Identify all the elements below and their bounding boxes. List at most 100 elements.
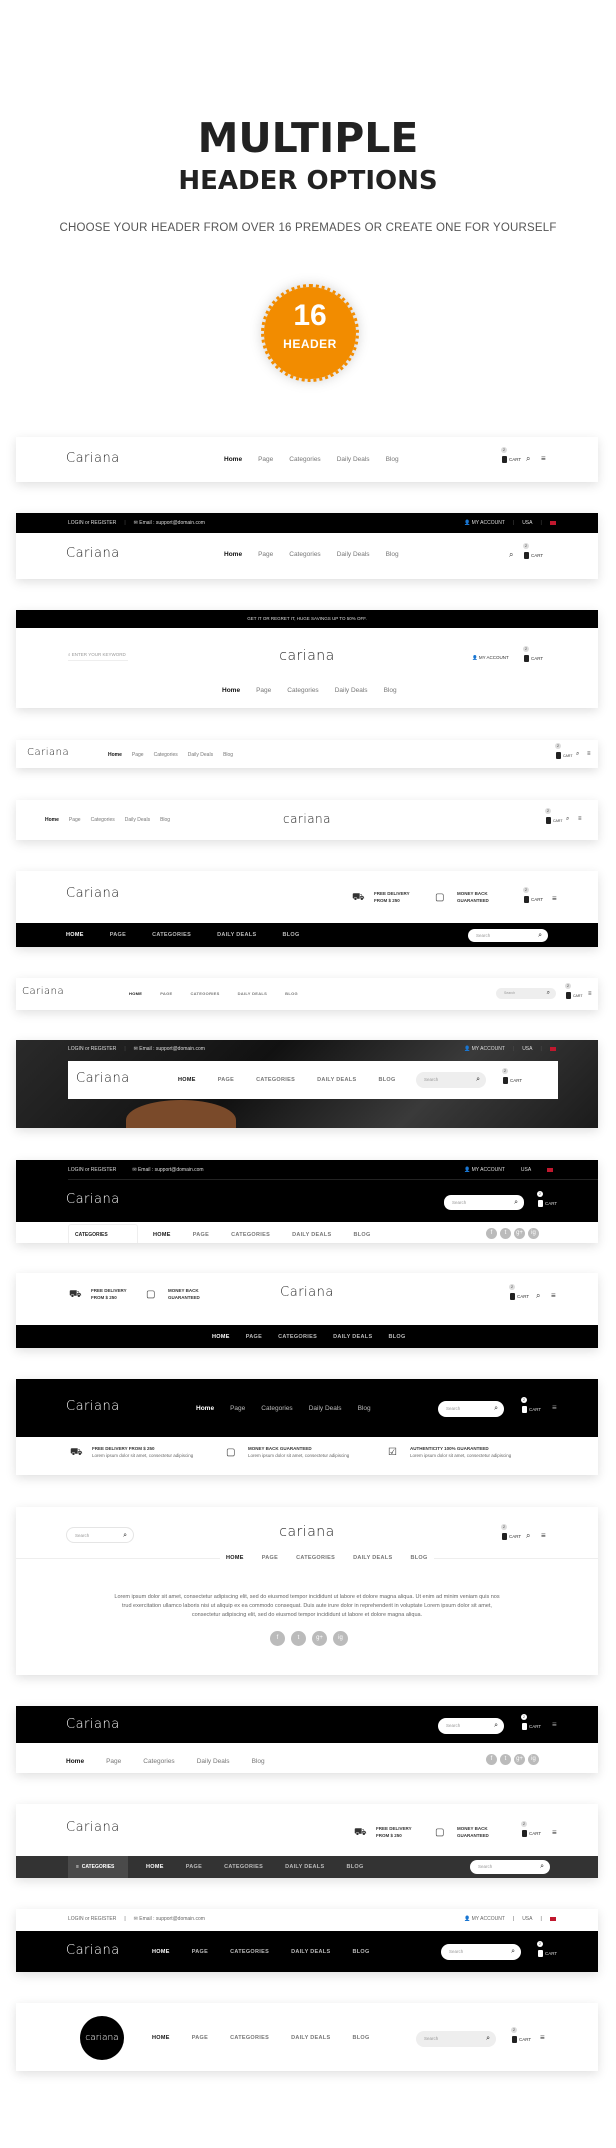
nav-page[interactable]: Page <box>193 1232 209 1238</box>
menu-icon[interactable]: ≡ <box>578 816 582 822</box>
google-plus-icon[interactable]: g+ <box>312 1631 327 1646</box>
my-account-link[interactable]: MY ACCOUNT <box>472 1167 505 1173</box>
nav-daily-deals[interactable]: Daily Deals <box>337 456 370 463</box>
nav-home[interactable]: Home <box>66 1758 84 1765</box>
login-link[interactable]: LOGIN or REGISTER <box>68 1916 116 1922</box>
cart-button[interactable]: 2 CART <box>501 447 521 463</box>
search-icon[interactable]: ⌕ <box>540 1860 544 1874</box>
nav-home[interactable]: Home <box>226 1555 244 1561</box>
nav-blog[interactable]: Blog <box>410 1555 427 1561</box>
search-icon[interactable]: ⌕ <box>547 988 550 999</box>
cart-button[interactable]: 2 CART <box>523 887 543 903</box>
nav-page[interactable]: Page <box>186 1864 202 1870</box>
menu-icon[interactable]: ≡ <box>552 895 557 903</box>
menu-icon[interactable]: ≡ <box>541 1532 546 1540</box>
my-account-link[interactable]: 👤 MY ACCOUNT <box>472 655 509 661</box>
nav-blog[interactable]: Blog <box>223 752 233 758</box>
nav-blog[interactable]: Blog <box>358 1405 371 1412</box>
flag-icon[interactable] <box>547 1167 554 1172</box>
nav-categories[interactable]: Categories <box>230 1949 269 1955</box>
nav-categories[interactable]: Categories <box>289 551 320 558</box>
nav-blog[interactable]: Blog <box>386 551 399 558</box>
nav-blog[interactable]: Blog <box>285 991 298 996</box>
menu-icon[interactable]: ≡ <box>540 2034 545 2042</box>
search-input[interactable]: Search ⌕ <box>416 1072 486 1088</box>
nav-categories[interactable]: Categories <box>287 687 318 694</box>
nav-categories[interactable]: Categories <box>261 1405 292 1412</box>
nav-daily-deals[interactable]: Daily Deals <box>285 1864 324 1870</box>
nav-page[interactable]: Page <box>258 551 273 558</box>
nav-home[interactable]: Home <box>146 1864 164 1870</box>
search-icon[interactable]: ⌕ <box>494 1401 498 1417</box>
cart-button[interactable]: 2 CART <box>537 1941 557 1957</box>
nav-categories[interactable]: Categories <box>152 932 191 938</box>
nav-blog[interactable]: Blog <box>252 1758 265 1765</box>
cart-button[interactable]: 2 CART <box>537 1191 557 1207</box>
search-icon[interactable]: ⌕ <box>509 551 513 559</box>
nav-blog[interactable]: Blog <box>353 1232 370 1238</box>
nav-categories[interactable]: Categories <box>231 1232 270 1238</box>
flag-icon[interactable] <box>549 1046 556 1051</box>
nav-daily-deals[interactable]: Daily Deals <box>197 1758 230 1765</box>
nav-daily-deals[interactable]: Daily Deals <box>337 551 370 558</box>
nav-home[interactable]: Home <box>152 1949 170 1955</box>
search-icon[interactable]: ⌕ <box>494 1718 498 1734</box>
login-link[interactable]: LOGIN or REGISTER <box>68 1167 116 1173</box>
twitter-icon[interactable]: t <box>500 1228 511 1239</box>
search-icon[interactable]: ⌕ <box>476 1072 480 1088</box>
region-select[interactable]: USA <box>522 1046 532 1052</box>
nav-page[interactable]: Page <box>192 1949 208 1955</box>
facebook-icon[interactable]: f <box>486 1228 497 1239</box>
nav-categories[interactable]: Categories <box>143 1758 174 1765</box>
nav-daily-deals[interactable]: Daily Deals <box>217 932 256 938</box>
nav-page[interactable]: Page <box>262 1555 278 1561</box>
flag-icon[interactable] <box>549 1916 556 1921</box>
nav-daily-deals[interactable]: Daily Deals <box>317 1077 356 1083</box>
google-plus-icon[interactable]: g+ <box>514 1228 525 1239</box>
nav-blog[interactable]: Blog <box>352 1949 369 1955</box>
nav-daily-deals[interactable]: Daily Deals <box>292 1232 331 1238</box>
nav-home[interactable]: Home <box>178 1077 196 1083</box>
nav-home[interactable]: Home <box>224 551 242 558</box>
nav-blog[interactable]: Blog <box>386 456 399 463</box>
cart-button[interactable]: 2 CART <box>521 1397 541 1413</box>
nav-page[interactable]: Page <box>218 1077 234 1083</box>
nav-blog[interactable]: Blog <box>378 1077 395 1083</box>
flag-icon[interactable] <box>549 520 556 525</box>
nav-home[interactable]: Home <box>212 1334 230 1340</box>
nav-home[interactable]: Home <box>224 456 242 463</box>
nav-blog[interactable]: Blog <box>384 687 397 694</box>
nav-home[interactable]: Home <box>66 932 84 938</box>
twitter-icon[interactable]: t <box>291 1631 306 1646</box>
region-select[interactable]: USA <box>522 520 532 526</box>
nav-home[interactable]: Home <box>152 2035 170 2041</box>
search-input[interactable]: Search ⌕ <box>438 1718 504 1734</box>
google-plus-icon[interactable]: g+ <box>514 1754 525 1765</box>
nav-categories[interactable]: Categories <box>190 991 219 996</box>
nav-daily-deals[interactable]: Daily Deals <box>335 687 368 694</box>
nav-page[interactable]: Page <box>230 1405 245 1412</box>
cart-button[interactable]: 2 CART <box>523 543 543 559</box>
categories-button[interactable]: CATEGORIES <box>68 1224 138 1243</box>
my-account-link[interactable]: MY ACCOUNT <box>472 1916 505 1922</box>
nav-home[interactable]: Home <box>153 1232 171 1238</box>
search-input[interactable]: Search ⌕ <box>496 988 556 999</box>
cart-button[interactable]: 2 CART <box>523 646 543 662</box>
cart-button[interactable]: 2 CART <box>555 743 572 759</box>
nav-page[interactable]: Page <box>256 687 271 694</box>
my-account-link[interactable]: MY ACCOUNT <box>472 1046 505 1052</box>
search-icon[interactable]: ⌕ <box>566 816 569 822</box>
nav-blog[interactable]: Blog <box>388 1334 405 1340</box>
login-link[interactable]: LOGIN or REGISTER <box>68 1046 116 1052</box>
twitter-icon[interactable]: t <box>500 1754 511 1765</box>
nav-page[interactable]: Page <box>258 456 273 463</box>
nav-categories[interactable]: Categories <box>256 1077 295 1083</box>
search-icon[interactable]: ⌕ <box>536 1292 540 1300</box>
nav-categories[interactable]: Categories <box>230 2035 269 2041</box>
search-input[interactable]: Search ⌕ <box>438 1401 504 1417</box>
cart-button[interactable]: 2 CART <box>511 2027 531 2043</box>
search-input[interactable]: Search ⌕ <box>470 1860 550 1874</box>
nav-categories[interactable]: Categories <box>289 456 320 463</box>
cart-button[interactable]: 2 CART <box>502 1068 522 1084</box>
cart-button[interactable]: 2 CART <box>565 983 582 999</box>
